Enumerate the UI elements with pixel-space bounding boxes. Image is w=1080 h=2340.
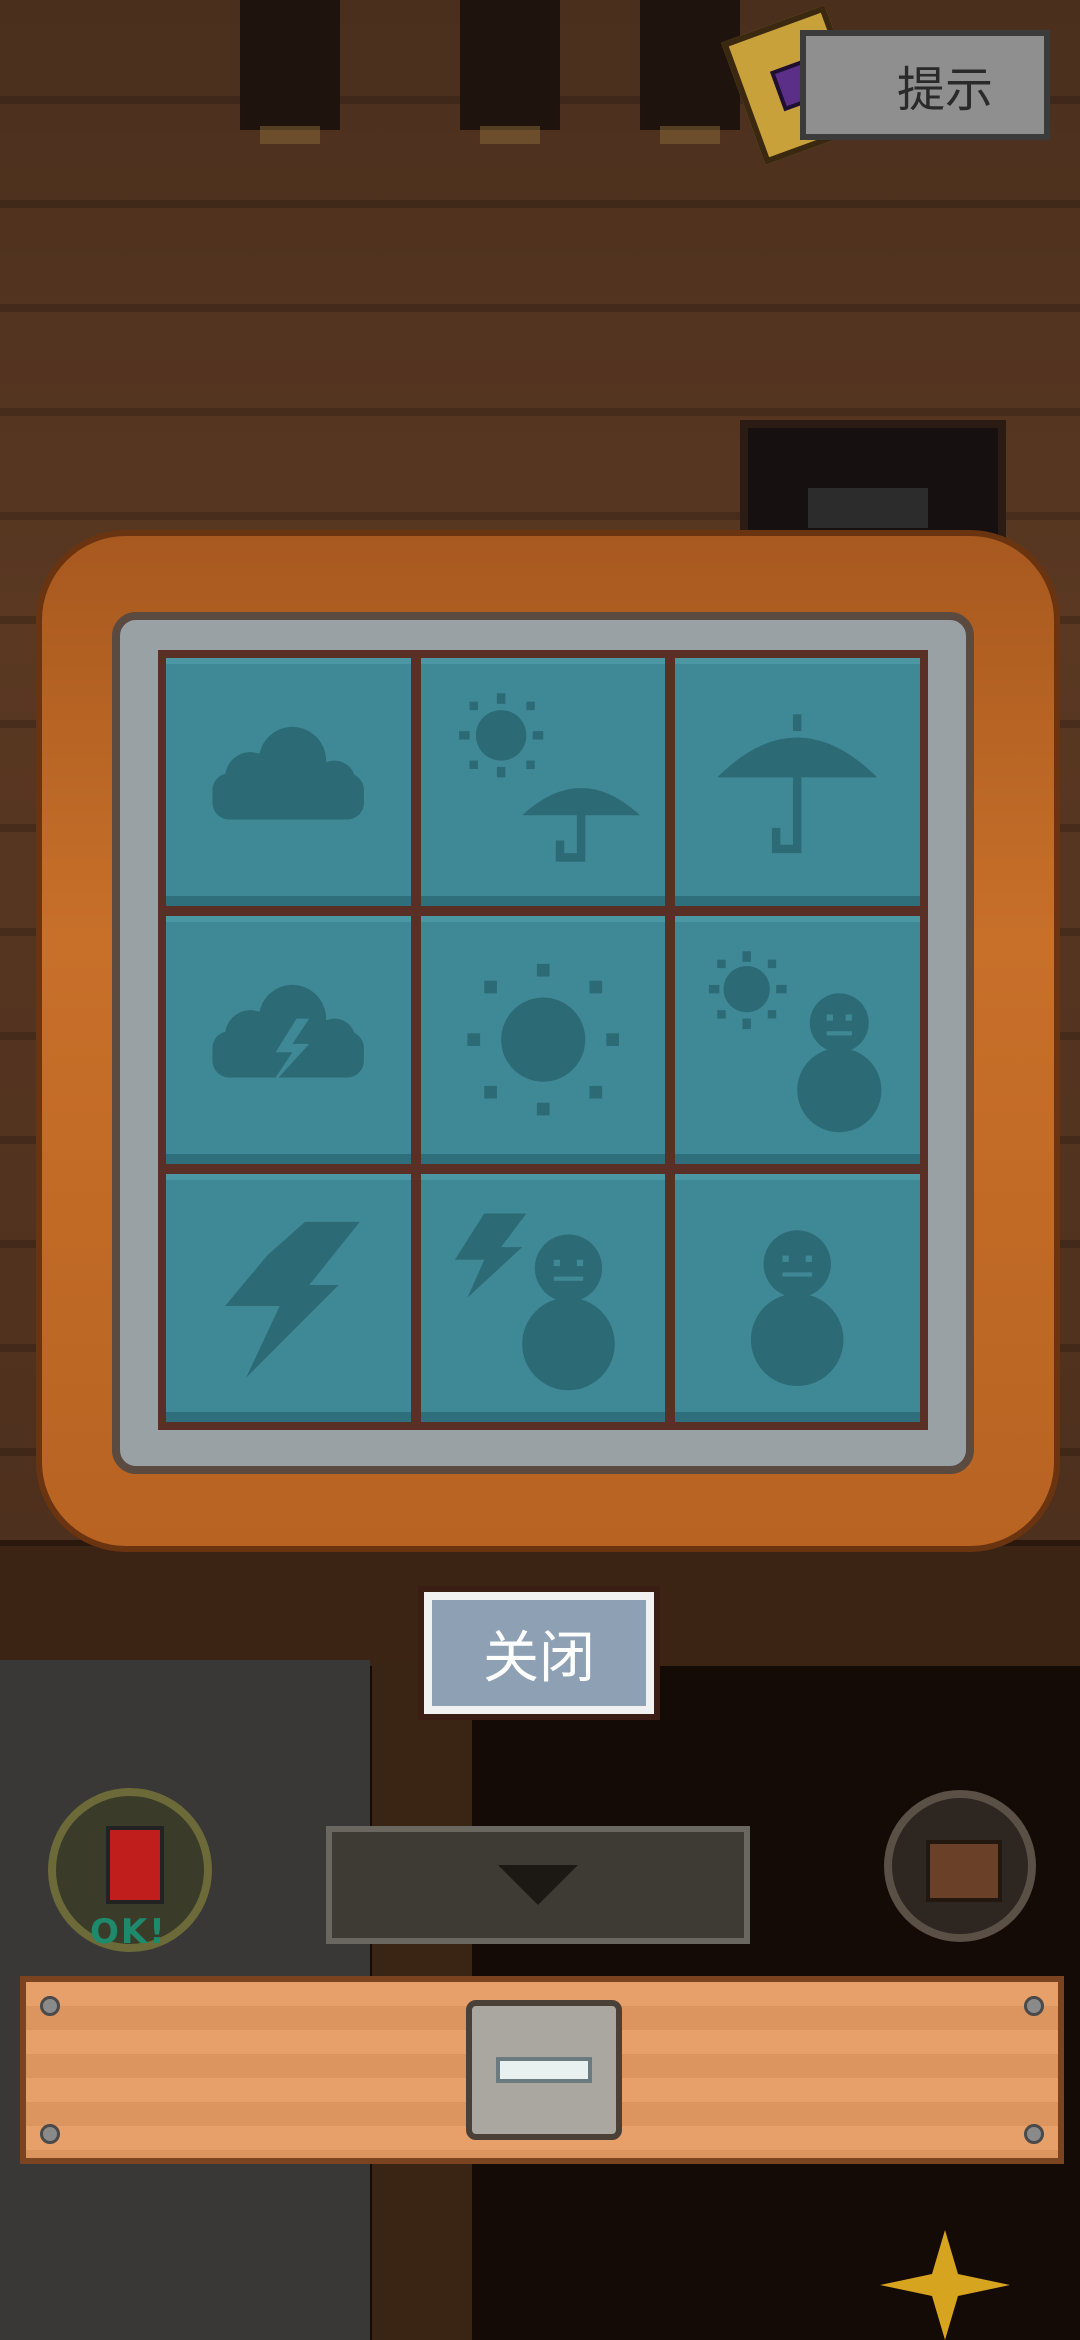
tile-storm-cloud[interactable] xyxy=(166,916,411,1164)
rivet xyxy=(40,2124,60,2144)
ceiling-lamp xyxy=(460,0,560,144)
rivet xyxy=(1024,2124,1044,2144)
glass-tube-item-icon[interactable] xyxy=(496,2057,592,2083)
tile-cloud[interactable] xyxy=(166,658,411,906)
tile-sun[interactable] xyxy=(420,916,666,1164)
close-label: 关闭 xyxy=(483,1625,595,1691)
arrow-down-icon xyxy=(498,1865,578,1905)
sun-snowman-icon xyxy=(709,951,882,1133)
inventory-slot[interactable] xyxy=(466,2000,622,2140)
bag-icon xyxy=(926,1840,1002,1902)
storm-cloud-icon xyxy=(212,985,365,1091)
tile-lightning-snowman[interactable] xyxy=(420,1174,666,1422)
hint-label: 提示 xyxy=(896,62,993,118)
rivet xyxy=(40,1996,60,2016)
lightning-icon xyxy=(225,1222,360,1378)
tile-umbrella[interactable] xyxy=(675,658,920,906)
lantern-icon xyxy=(106,1826,164,1904)
inventory-bag-button[interactable] xyxy=(884,1790,1036,1942)
cloud-icon xyxy=(212,727,365,820)
sun-icon xyxy=(467,964,619,1116)
inventory-bar xyxy=(20,1976,1064,2164)
ceiling-lamp xyxy=(240,0,340,144)
snowman-icon xyxy=(751,1230,844,1387)
sun-umbrella-icon xyxy=(458,693,640,862)
lightning-snowman-icon xyxy=(454,1213,615,1391)
lantern-status: OK! xyxy=(90,1912,167,1952)
tile-lightning[interactable] xyxy=(166,1174,411,1422)
tile-snowman[interactable] xyxy=(675,1174,920,1422)
navigate-down-button[interactable] xyxy=(326,1826,750,1944)
ceiling-lamp xyxy=(640,0,740,144)
lantern-status-button[interactable]: OK! xyxy=(48,1788,212,1952)
hint-button[interactable]: 提示 xyxy=(800,30,1050,140)
close-button[interactable]: 关闭 xyxy=(418,1586,660,1720)
tile-sun-snowman[interactable] xyxy=(675,916,920,1164)
tile-sun-umbrella[interactable] xyxy=(420,658,666,906)
rivet xyxy=(1024,1996,1044,2016)
weather-tile-grid xyxy=(158,650,928,1430)
umbrella-icon xyxy=(717,714,878,854)
